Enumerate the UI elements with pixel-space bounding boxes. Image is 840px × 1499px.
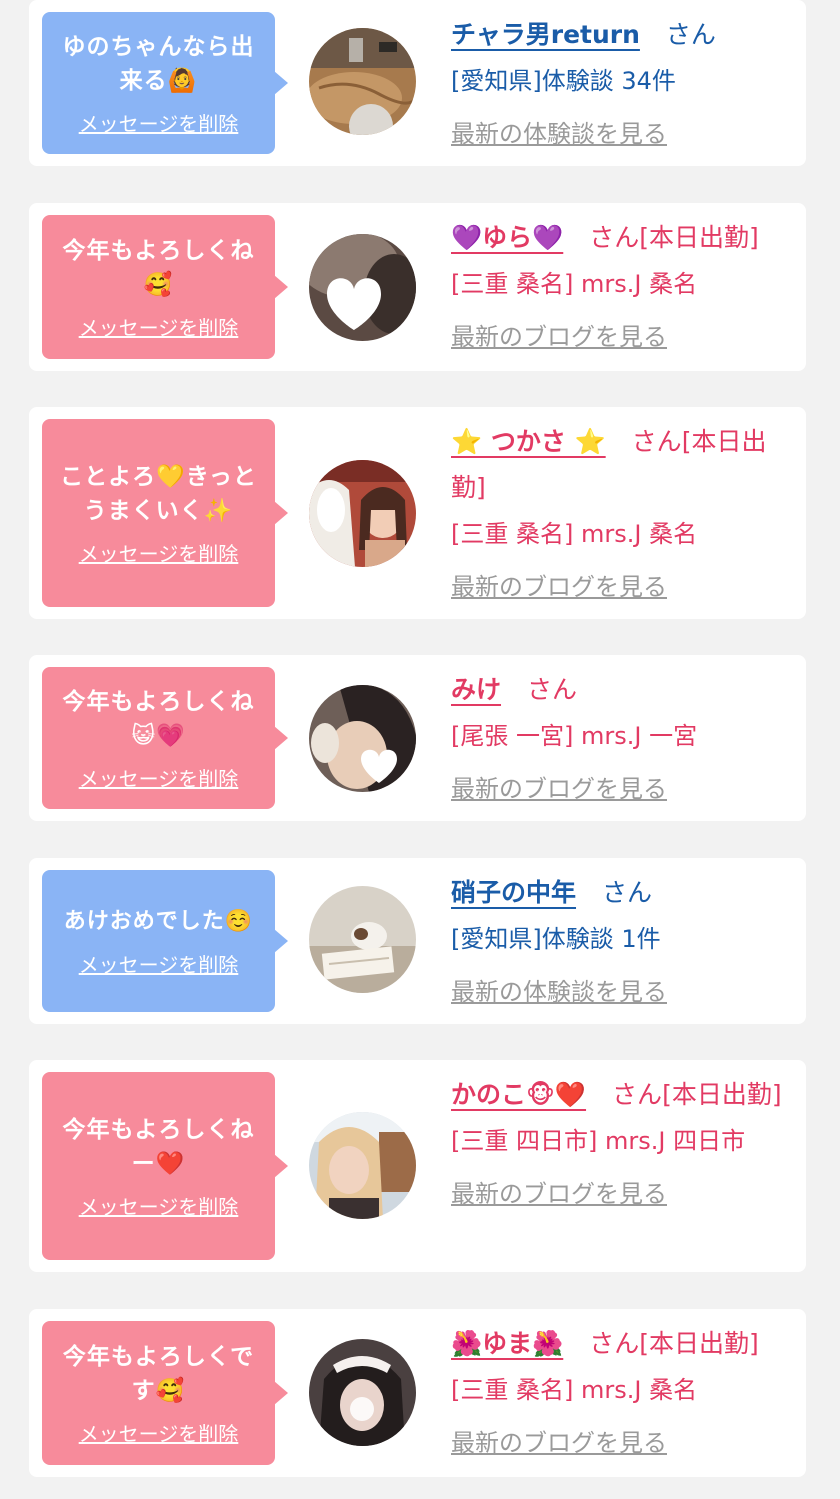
cast-name-link[interactable]: 🌺ゆま🌺 [451, 1329, 563, 1358]
cast-name-line: かのこ🐵❤️ さん[本日出勤] [451, 1072, 796, 1118]
delete-message-link[interactable]: メッセージを削除 [79, 538, 239, 567]
user-name-line: チャラ男return さん [451, 12, 796, 58]
cast-info: かのこ🐵❤️ さん[本日出勤] [三重 四日市] mrs.J 四日市 最新のブログ… [451, 1072, 796, 1209]
message-card: 今年もよろしくねー❤️ メッセージを削除 かのこ🐵❤️ さん[本日出勤] [三重 … [29, 1060, 806, 1272]
latest-review-link[interactable]: 最新の体験談を見る [451, 972, 667, 1007]
avatar-photo-icon [309, 1112, 416, 1219]
message-text: 今年もよろしくね😺💗 [62, 688, 255, 749]
delete-message-link[interactable]: メッセージを削除 [79, 949, 239, 978]
latest-review-link[interactable]: 最新の体験談を見る [451, 114, 667, 149]
honorific: さん [612, 1080, 663, 1109]
cast-shop-detail: [尾張 一宮] mrs.J 一宮 [451, 722, 698, 750]
user-info: 硝子の中年 さん [愛知県]体験談 1件 最新の体験談を見る [451, 870, 796, 1007]
delete-message-link[interactable]: メッセージを削除 [79, 1418, 239, 1447]
honorific: さん [589, 1329, 640, 1358]
delete-message-link[interactable]: メッセージを削除 [79, 312, 239, 341]
latest-blog-link[interactable]: 最新のブログを見る [451, 317, 667, 352]
cast-info: 💜ゆら💜 さん[本日出勤] [三重 桑名] mrs.J 桑名 最新のブログを見る [451, 215, 796, 352]
avatar-photo-icon [309, 234, 416, 341]
working-today-status: [本日出勤] [662, 1080, 782, 1109]
cast-name-line: 💜ゆら💜 さん[本日出勤] [451, 215, 796, 261]
cast-shop-detail: [三重 四日市] mrs.J 四日市 [451, 1127, 746, 1155]
user-name-link[interactable]: チャラ男return [451, 20, 640, 49]
cast-name-link[interactable]: かのこ🐵❤️ [451, 1080, 586, 1109]
message-text: あけおめでした☺️ [63, 908, 254, 934]
honorific: さん [527, 675, 578, 704]
avatar-photo-icon [309, 886, 416, 993]
latest-blog-link[interactable]: 最新のブログを見る [451, 769, 667, 804]
cast-name-link[interactable]: ⭐ つかさ ⭐ [451, 427, 606, 456]
cast-info: 🌺ゆま🌺 さん[本日出勤] [三重 桑名] mrs.J 桑名 最新のブログを見る [451, 1321, 796, 1458]
message-card: 今年もよろしくです🥰 メッセージを削除 🌺ゆま🌺 さん[本日出勤] [三重 桑名]… [29, 1309, 806, 1477]
message-bubble: あけおめでした☺️ メッセージを削除 [42, 870, 288, 1012]
message-card: ことよろ💛きっとうまくいく✨ メッセージを削除 ⭐ つかさ ⭐ さん[本日出勤] … [29, 407, 806, 619]
message-text: 今年もよろしくねー❤️ [62, 1116, 255, 1177]
user-detail: [愛知県]体験談 1件 [451, 925, 661, 953]
latest-blog-link[interactable]: 最新のブログを見る [451, 1423, 667, 1458]
message-card: 今年もよろしくね🥰 メッセージを削除 💜ゆら💜 さん[本日出勤] [三重 桑名] … [29, 203, 806, 371]
cast-info: ⭐ つかさ ⭐ さん[本日出勤] [三重 桑名] mrs.J 桑名 最新のブログを… [451, 419, 796, 602]
avatar[interactable] [309, 1112, 416, 1219]
message-bubble: ことよろ💛きっとうまくいく✨ メッセージを削除 [42, 419, 288, 607]
cast-name-line: ⭐ つかさ ⭐ さん[本日出勤] [451, 419, 796, 511]
honorific: さん [589, 223, 640, 252]
avatar[interactable] [309, 685, 416, 792]
user-name-link[interactable]: 硝子の中年 [451, 878, 576, 907]
honorific: さん [665, 20, 716, 49]
cast-name-line: みけ さん [451, 667, 796, 713]
delete-message-link[interactable]: メッセージを削除 [79, 763, 239, 792]
cast-shop-detail: [三重 桑名] mrs.J 桑名 [451, 520, 698, 548]
message-bubble: 今年もよろしくね🥰 メッセージを削除 [42, 215, 288, 359]
cast-name-line: 🌺ゆま🌺 さん[本日出勤] [451, 1321, 796, 1367]
message-text: 今年もよろしくです🥰 [62, 1343, 255, 1404]
user-name-line: 硝子の中年 さん [451, 870, 796, 916]
avatar[interactable] [309, 1339, 416, 1446]
avatar-photo-icon [309, 460, 416, 567]
avatar[interactable] [309, 886, 416, 993]
avatar[interactable] [309, 460, 416, 567]
message-list: ゆのちゃんなら出来る🙆 メッセージを削除 チャラ男return さん [愛知県]体… [0, 0, 840, 1499]
cast-shop-detail: [三重 桑名] mrs.J 桑名 [451, 1376, 698, 1404]
message-card: 今年もよろしくね😺💗 メッセージを削除 みけ さん [尾張 一宮] mrs.J 一… [29, 655, 806, 821]
avatar-photo-icon [309, 1339, 416, 1446]
message-bubble: 今年もよろしくね😺💗 メッセージを削除 [42, 667, 288, 809]
avatar-photo-icon [309, 28, 416, 135]
avatar[interactable] [309, 28, 416, 135]
cast-info: みけ さん [尾張 一宮] mrs.J 一宮 最新のブログを見る [451, 667, 796, 804]
cast-name-link[interactable]: 💜ゆら💜 [451, 223, 563, 252]
message-text: ゆのちゃんなら出来る🙆 [62, 33, 255, 94]
cast-name-link[interactable]: みけ [451, 675, 501, 704]
cast-shop-detail: [三重 桑名] mrs.J 桑名 [451, 270, 698, 298]
user-info: チャラ男return さん [愛知県]体験談 34件 最新の体験談を見る [451, 12, 796, 149]
message-text: 今年もよろしくね🥰 [62, 237, 255, 298]
message-text: ことよろ💛きっとうまくいく✨ [60, 463, 257, 524]
honorific: さん [602, 878, 653, 907]
message-bubble: 今年もよろしくです🥰 メッセージを削除 [42, 1321, 288, 1465]
avatar-photo-icon [309, 685, 416, 792]
latest-blog-link[interactable]: 最新のブログを見る [451, 1174, 667, 1209]
message-bubble: 今年もよろしくねー❤️ メッセージを削除 [42, 1072, 288, 1260]
latest-blog-link[interactable]: 最新のブログを見る [451, 567, 667, 602]
message-bubble: ゆのちゃんなら出来る🙆 メッセージを削除 [42, 12, 288, 154]
honorific: さん [631, 427, 682, 456]
delete-message-link[interactable]: メッセージを削除 [79, 1191, 239, 1220]
delete-message-link[interactable]: メッセージを削除 [79, 108, 239, 137]
working-today-status: [本日出勤] [639, 1329, 759, 1358]
message-card: ゆのちゃんなら出来る🙆 メッセージを削除 チャラ男return さん [愛知県]体… [29, 0, 806, 166]
avatar[interactable] [309, 234, 416, 341]
message-card: あけおめでした☺️ メッセージを削除 硝子の中年 さん [愛知県]体験談 1件 最… [29, 858, 806, 1024]
working-today-status: [本日出勤] [639, 223, 759, 252]
user-detail: [愛知県]体験談 34件 [451, 67, 676, 95]
